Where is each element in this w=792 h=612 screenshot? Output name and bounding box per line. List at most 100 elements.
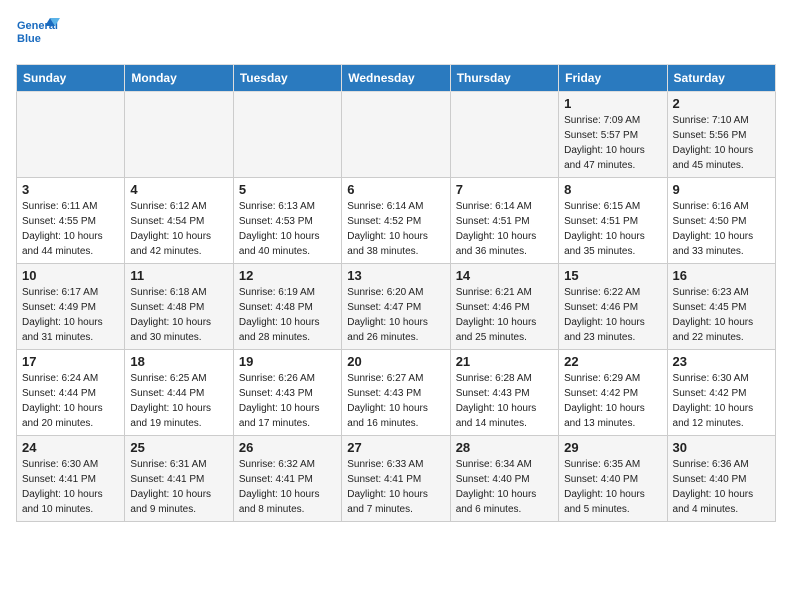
cell-info-text: Sunrise: 6:27 AMSunset: 4:43 PMDaylight:… (347, 371, 444, 431)
day-header-friday: Friday (559, 65, 667, 92)
calendar-cell: 16 Sunrise: 6:23 AMSunset: 4:45 PMDayligh… (667, 264, 775, 350)
cell-date-number: 4 (130, 182, 227, 197)
cell-info-text: Sunrise: 7:10 AMSunset: 5:56 PMDaylight:… (673, 113, 770, 173)
calendar-cell: 23 Sunrise: 6:30 AMSunset: 4:42 PMDayligh… (667, 350, 775, 436)
cell-info-text: Sunrise: 6:29 AMSunset: 4:42 PMDaylight:… (564, 371, 661, 431)
cell-date-number: 7 (456, 182, 553, 197)
calendar-cell: 24Sunrise: 6:30 AMSunset: 4:41 PMDayligh… (17, 436, 125, 522)
calendar-cell: 12 Sunrise: 6:19 AMSunset: 4:48 PMDayligh… (233, 264, 341, 350)
cell-info-text: Sunrise: 6:16 AMSunset: 4:50 PMDaylight:… (673, 199, 770, 259)
calendar-week-2: 3Sunrise: 6:11 AMSunset: 4:55 PMDaylight… (17, 178, 776, 264)
cell-date-number: 1 (564, 96, 661, 111)
cell-info-text: Sunrise: 6:14 AMSunset: 4:51 PMDaylight:… (456, 199, 553, 259)
calendar-cell: 21 Sunrise: 6:28 AMSunset: 4:43 PMDayligh… (450, 350, 558, 436)
calendar-cell: 4 Sunrise: 6:12 AMSunset: 4:54 PMDaylight… (125, 178, 233, 264)
day-header-monday: Monday (125, 65, 233, 92)
calendar-cell: 27Sunrise: 6:33 AMSunset: 4:41 PMDayligh… (342, 436, 450, 522)
cell-info-text: Sunrise: 6:19 AMSunset: 4:48 PMDaylight:… (239, 285, 336, 345)
cell-date-number: 20 (347, 354, 444, 369)
cell-date-number: 25 (130, 440, 227, 455)
cell-info-text: Sunrise: 6:22 AMSunset: 4:46 PMDaylight:… (564, 285, 661, 345)
cell-info-text: Sunrise: 6:25 AMSunset: 4:44 PMDaylight:… (130, 371, 227, 431)
cell-info-text: Sunrise: 6:23 AMSunset: 4:45 PMDaylight:… (673, 285, 770, 345)
cell-date-number: 27 (347, 440, 444, 455)
cell-date-number: 23 (673, 354, 770, 369)
cell-date-number: 8 (564, 182, 661, 197)
cell-info-text: Sunrise: 7:09 AMSunset: 5:57 PMDaylight:… (564, 113, 661, 173)
logo-svg: General Blue (16, 16, 66, 56)
calendar-week-4: 17Sunrise: 6:24 AMSunset: 4:44 PMDayligh… (17, 350, 776, 436)
cell-date-number: 12 (239, 268, 336, 283)
calendar-cell: 22 Sunrise: 6:29 AMSunset: 4:42 PMDayligh… (559, 350, 667, 436)
calendar-cell: 30 Sunrise: 6:36 AMSunset: 4:40 PMDayligh… (667, 436, 775, 522)
calendar-cell (17, 92, 125, 178)
calendar-cell: 13 Sunrise: 6:20 AMSunset: 4:47 PMDayligh… (342, 264, 450, 350)
cell-date-number: 13 (347, 268, 444, 283)
cell-date-number: 26 (239, 440, 336, 455)
cell-date-number: 15 (564, 268, 661, 283)
calendar-cell: 6Sunrise: 6:14 AMSunset: 4:52 PMDaylight… (342, 178, 450, 264)
calendar-cell: 20 Sunrise: 6:27 AMSunset: 4:43 PMDayligh… (342, 350, 450, 436)
calendar-cell: 2 Sunrise: 7:10 AMSunset: 5:56 PMDaylight… (667, 92, 775, 178)
calendar-cell: 25 Sunrise: 6:31 AMSunset: 4:41 PMDayligh… (125, 436, 233, 522)
calendar-cell: 7 Sunrise: 6:14 AMSunset: 4:51 PMDaylight… (450, 178, 558, 264)
cell-date-number: 2 (673, 96, 770, 111)
logo: General Blue (16, 16, 66, 56)
cell-date-number: 29 (564, 440, 661, 455)
cell-info-text: Sunrise: 6:17 AMSunset: 4:49 PMDaylight:… (22, 285, 119, 345)
calendar-cell: 29 Sunrise: 6:35 AMSunset: 4:40 PMDayligh… (559, 436, 667, 522)
calendar-week-1: 1 Sunrise: 7:09 AMSunset: 5:57 PMDaylight… (17, 92, 776, 178)
calendar-cell: 28Sunrise: 6:34 AMSunset: 4:40 PMDayligh… (450, 436, 558, 522)
cell-info-text: Sunrise: 6:12 AMSunset: 4:54 PMDaylight:… (130, 199, 227, 259)
cell-date-number: 5 (239, 182, 336, 197)
cell-info-text: Sunrise: 6:20 AMSunset: 4:47 PMDaylight:… (347, 285, 444, 345)
cell-date-number: 18 (130, 354, 227, 369)
calendar-cell: 19 Sunrise: 6:26 AMSunset: 4:43 PMDayligh… (233, 350, 341, 436)
cell-date-number: 30 (673, 440, 770, 455)
calendar-cell: 5 Sunrise: 6:13 AMSunset: 4:53 PMDaylight… (233, 178, 341, 264)
cell-date-number: 17 (22, 354, 119, 369)
cell-info-text: Sunrise: 6:32 AMSunset: 4:41 PMDaylight:… (239, 457, 336, 517)
day-header-tuesday: Tuesday (233, 65, 341, 92)
calendar-cell: 18 Sunrise: 6:25 AMSunset: 4:44 PMDayligh… (125, 350, 233, 436)
calendar-cell: 10 Sunrise: 6:17 AMSunset: 4:49 PMDayligh… (17, 264, 125, 350)
calendar-cell: 15 Sunrise: 6:22 AMSunset: 4:46 PMDayligh… (559, 264, 667, 350)
calendar-cell: 14 Sunrise: 6:21 AMSunset: 4:46 PMDayligh… (450, 264, 558, 350)
cell-info-text: Sunrise: 6:30 AMSunset: 4:42 PMDaylight:… (673, 371, 770, 431)
cell-info-text: Sunrise: 6:11 AMSunset: 4:55 PMDaylight:… (22, 199, 119, 259)
cell-info-text: Sunrise: 6:31 AMSunset: 4:41 PMDaylight:… (130, 457, 227, 517)
calendar-cell: 17Sunrise: 6:24 AMSunset: 4:44 PMDayligh… (17, 350, 125, 436)
cell-date-number: 24 (22, 440, 119, 455)
calendar-week-5: 24Sunrise: 6:30 AMSunset: 4:41 PMDayligh… (17, 436, 776, 522)
cell-date-number: 9 (673, 182, 770, 197)
cell-info-text: Sunrise: 6:34 AMSunset: 4:40 PMDaylight:… (456, 457, 553, 517)
calendar-week-3: 10 Sunrise: 6:17 AMSunset: 4:49 PMDayligh… (17, 264, 776, 350)
cell-info-text: Sunrise: 6:18 AMSunset: 4:48 PMDaylight:… (130, 285, 227, 345)
calendar-cell: 11 Sunrise: 6:18 AMSunset: 4:48 PMDayligh… (125, 264, 233, 350)
cell-info-text: Sunrise: 6:15 AMSunset: 4:51 PMDaylight:… (564, 199, 661, 259)
cell-info-text: Sunrise: 6:13 AMSunset: 4:53 PMDaylight:… (239, 199, 336, 259)
day-header-thursday: Thursday (450, 65, 558, 92)
calendar-cell (450, 92, 558, 178)
cell-info-text: Sunrise: 6:21 AMSunset: 4:46 PMDaylight:… (456, 285, 553, 345)
calendar-table: SundayMondayTuesdayWednesdayThursdayFrid… (16, 64, 776, 522)
day-header-sunday: Sunday (17, 65, 125, 92)
cell-date-number: 22 (564, 354, 661, 369)
day-header-wednesday: Wednesday (342, 65, 450, 92)
cell-date-number: 16 (673, 268, 770, 283)
cell-info-text: Sunrise: 6:26 AMSunset: 4:43 PMDaylight:… (239, 371, 336, 431)
calendar-cell (233, 92, 341, 178)
calendar-cell (342, 92, 450, 178)
calendar-cell (125, 92, 233, 178)
calendar-cell: 9 Sunrise: 6:16 AMSunset: 4:50 PMDaylight… (667, 178, 775, 264)
cell-info-text: Sunrise: 6:28 AMSunset: 4:43 PMDaylight:… (456, 371, 553, 431)
cell-info-text: Sunrise: 6:14 AMSunset: 4:52 PMDaylight:… (347, 199, 444, 259)
cell-date-number: 14 (456, 268, 553, 283)
cell-date-number: 21 (456, 354, 553, 369)
cell-date-number: 10 (22, 268, 119, 283)
cell-info-text: Sunrise: 6:35 AMSunset: 4:40 PMDaylight:… (564, 457, 661, 517)
cell-date-number: 19 (239, 354, 336, 369)
cell-info-text: Sunrise: 6:36 AMSunset: 4:40 PMDaylight:… (673, 457, 770, 517)
cell-date-number: 11 (130, 268, 227, 283)
calendar-cell: 1 Sunrise: 7:09 AMSunset: 5:57 PMDaylight… (559, 92, 667, 178)
